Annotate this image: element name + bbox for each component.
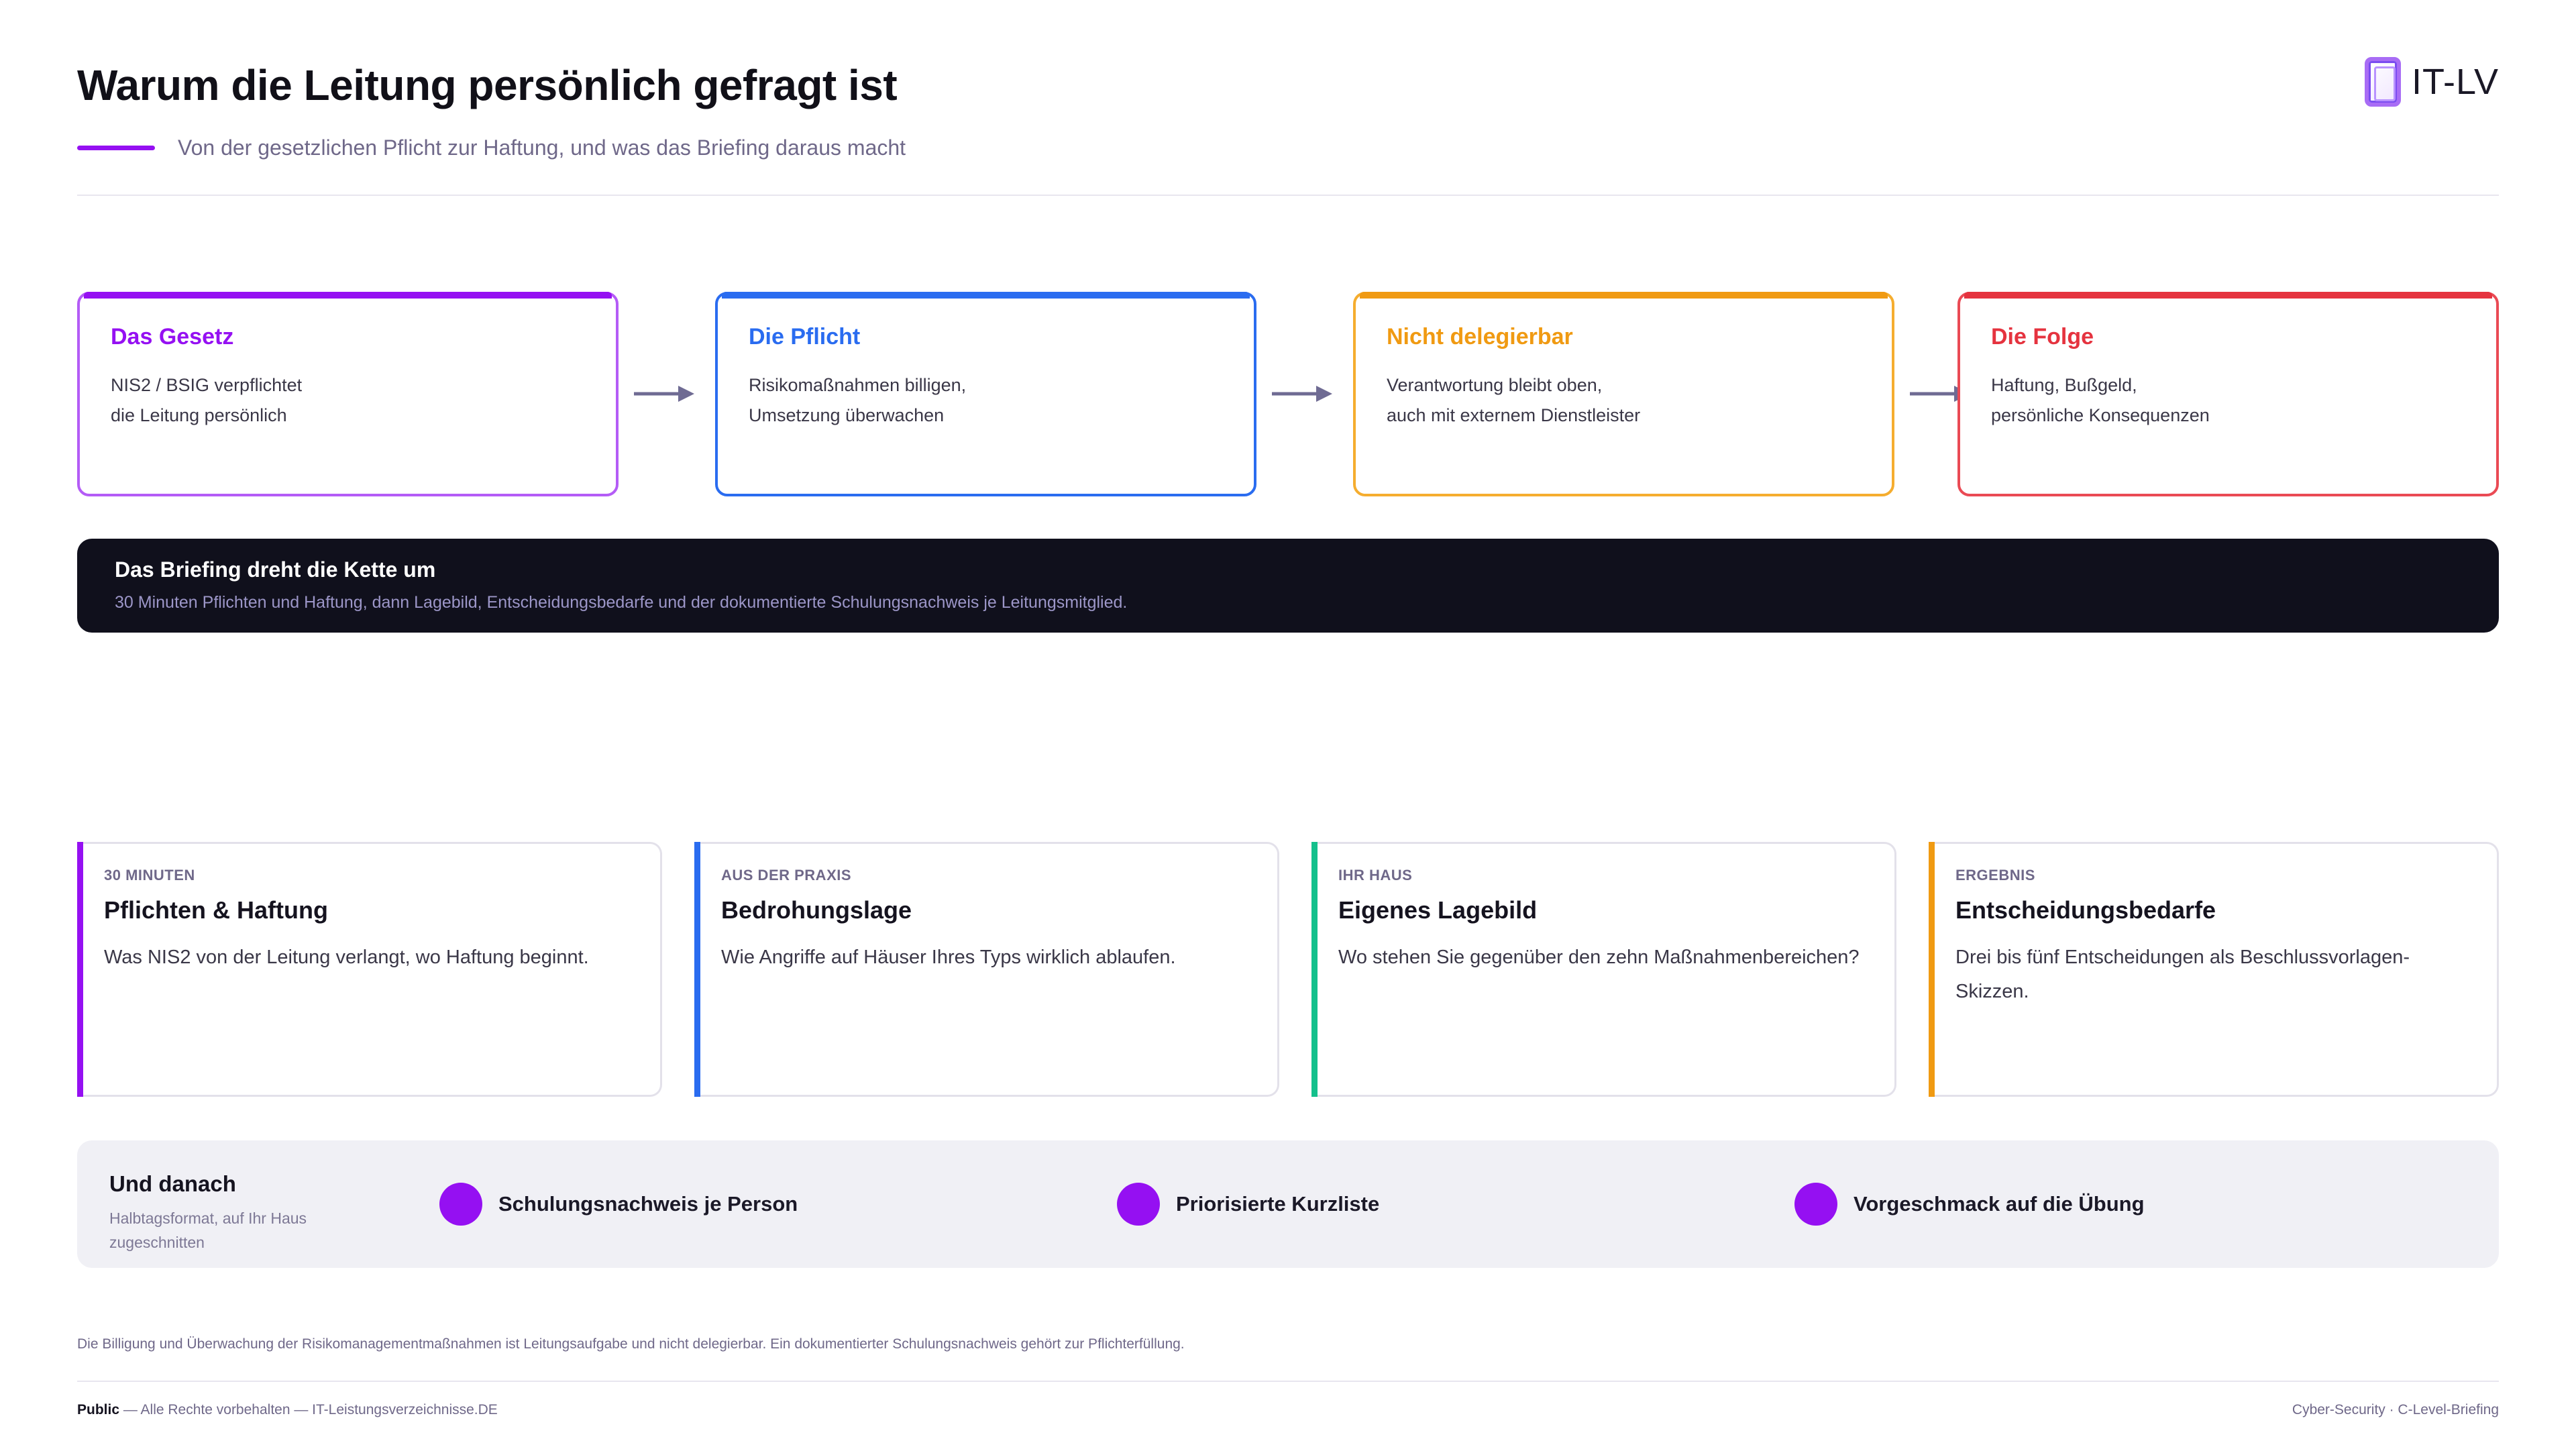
header-divider: [77, 195, 2499, 196]
chain-card-body: Verantwortung bleibt oben, auch mit exte…: [1387, 375, 1641, 425]
agenda-text: Wo stehen Sie gegenüber den zehn Maßnahm…: [1338, 947, 1860, 968]
chain-card-title: Das Gesetz: [111, 324, 234, 350]
bullet-dot-icon: [439, 1183, 482, 1226]
card-accent-bar: [1929, 842, 1935, 1097]
accent-line: [77, 146, 155, 150]
arrow-right-icon: [1272, 386, 1332, 402]
after-item: Schulungsnachweis je Person: [439, 1183, 798, 1226]
chain-card-body: Haftung, Bußgeld, persönliche Konsequenz…: [1991, 375, 2210, 425]
after-item: Vorgeschmack auf die Übung: [1794, 1183, 2145, 1226]
chain-card-title: Nicht delegierbar: [1387, 324, 1573, 350]
chain-card-title: Die Pflicht: [749, 324, 861, 350]
agenda-title: Bedrohungslage: [721, 896, 912, 924]
footer-divider: [77, 1381, 2499, 1382]
bullet-dot-icon: [1117, 1183, 1160, 1226]
after-item-label: Vorgeschmack auf die Übung: [1854, 1192, 2145, 1216]
card-accent-bar: [694, 842, 700, 1097]
after-item: Priorisierte Kurzliste: [1117, 1183, 1379, 1226]
agenda-title: Entscheidungsbedarfe: [1955, 896, 2216, 924]
chain-card-pflicht: Die Pflicht Risikomaßnahmen billigen, Um…: [715, 292, 1256, 496]
responsibility-chain: Das Gesetz NIS2 / BSIG verpflichtet die …: [77, 292, 2499, 496]
agenda-kicker: Ergebnis: [1955, 867, 2035, 883]
arrow-right-icon: [634, 386, 694, 402]
logo: IT-LV: [2365, 57, 2499, 107]
agenda-text: Wie Angriffe auf Häuser Ihres Typs wirkl…: [721, 947, 1176, 968]
chain-card-gesetz: Das Gesetz NIS2 / BSIG verpflichtet die …: [77, 292, 619, 496]
card-accent-bar: [77, 842, 83, 1097]
footer-rights: — Alle Rechte vorbehalten — IT-Leistungs…: [123, 1402, 498, 1417]
card-accent-bar: [1964, 292, 2492, 299]
agenda-text: Drei bis fünf Entscheidungen als Beschlu…: [1955, 947, 2410, 1002]
card-accent-bar: [1311, 842, 1318, 1097]
page-title: Warum die Leitung persönlich gefragt ist: [77, 61, 898, 109]
after-item-label: Priorisierte Kurzliste: [1176, 1192, 1380, 1216]
chain-card-nicht-delegierbar: Nicht delegierbar Verantwortung bleibt o…: [1353, 292, 1894, 496]
agenda-card-entscheidungsbedarfe: Ergebnis Entscheidungsbedarfe Drei bis f…: [1929, 842, 2499, 1097]
agenda-title: Eigenes Lagebild: [1338, 896, 1538, 924]
card-accent-bar: [722, 292, 1250, 299]
logo-icon: [2365, 57, 2401, 107]
header: Warum die Leitung persönlich gefragt ist…: [77, 60, 2499, 160]
agenda-kicker: 30 Minuten: [104, 867, 195, 883]
agenda-text: Was NIS2 von der Leitung verlangt, wo Ha…: [104, 947, 589, 968]
page-subtitle: Von der gesetzlichen Pflicht zur Haftung…: [178, 136, 906, 160]
agenda-card-bedrohungslage: Aus der Praxis Bedrohungslage Wie Angrif…: [694, 842, 1279, 1097]
briefing-banner: Das Briefing dreht die Kette um 30 Minut…: [77, 539, 2499, 633]
chain-card-body: Risikomaßnahmen billigen, Umsetzung über…: [749, 375, 967, 425]
card-accent-bar: [1360, 292, 1888, 299]
footnote: Die Billigung und Überwachung der Risiko…: [77, 1336, 1185, 1352]
banner-title: Das Briefing dreht die Kette um: [115, 557, 436, 582]
card-accent-bar: [84, 292, 612, 299]
chain-card-folge: Die Folge Haftung, Bußgeld, persönliche …: [1957, 292, 2499, 496]
agenda-kicker: Ihr Haus: [1338, 867, 1413, 883]
agenda-cards: 30 Minuten Pflichten & Haftung Was NIS2 …: [77, 842, 2499, 1097]
agenda-title: Pflichten & Haftung: [104, 896, 328, 924]
footer-left: Public — Alle Rechte vorbehalten — IT-Le…: [77, 1402, 498, 1418]
after-section: Und danach Halbtagsformat, auf Ihr Haus …: [77, 1140, 2499, 1268]
chain-card-body: NIS2 / BSIG verpflichtet die Leitung per…: [111, 375, 303, 425]
logo-text: IT-LV: [2412, 62, 2500, 102]
agenda-kicker: Aus der Praxis: [721, 867, 852, 883]
footer-right: Cyber-Security · C-Level-Briefing: [2292, 1402, 2499, 1417]
after-subtitle: Halbtagsformat, auf Ihr Haus zugeschnitt…: [109, 1210, 307, 1251]
agenda-card-pflichten: 30 Minuten Pflichten & Haftung Was NIS2 …: [77, 842, 662, 1097]
after-title: Und danach: [109, 1171, 236, 1196]
banner-text: 30 Minuten Pflichten und Haftung, dann L…: [115, 593, 1128, 612]
after-heading: Und danach Halbtagsformat, auf Ihr Haus …: [109, 1171, 391, 1254]
agenda-card-lagebild: Ihr Haus Eigenes Lagebild Wo stehen Sie …: [1311, 842, 1896, 1097]
subtitle-row: Von der gesetzlichen Pflicht zur Haftung…: [77, 136, 906, 160]
after-item-label: Schulungsnachweis je Person: [498, 1192, 798, 1216]
footer-classification: Public: [77, 1402, 120, 1417]
chain-card-title: Die Folge: [1991, 324, 2094, 350]
bullet-dot-icon: [1794, 1183, 1837, 1226]
